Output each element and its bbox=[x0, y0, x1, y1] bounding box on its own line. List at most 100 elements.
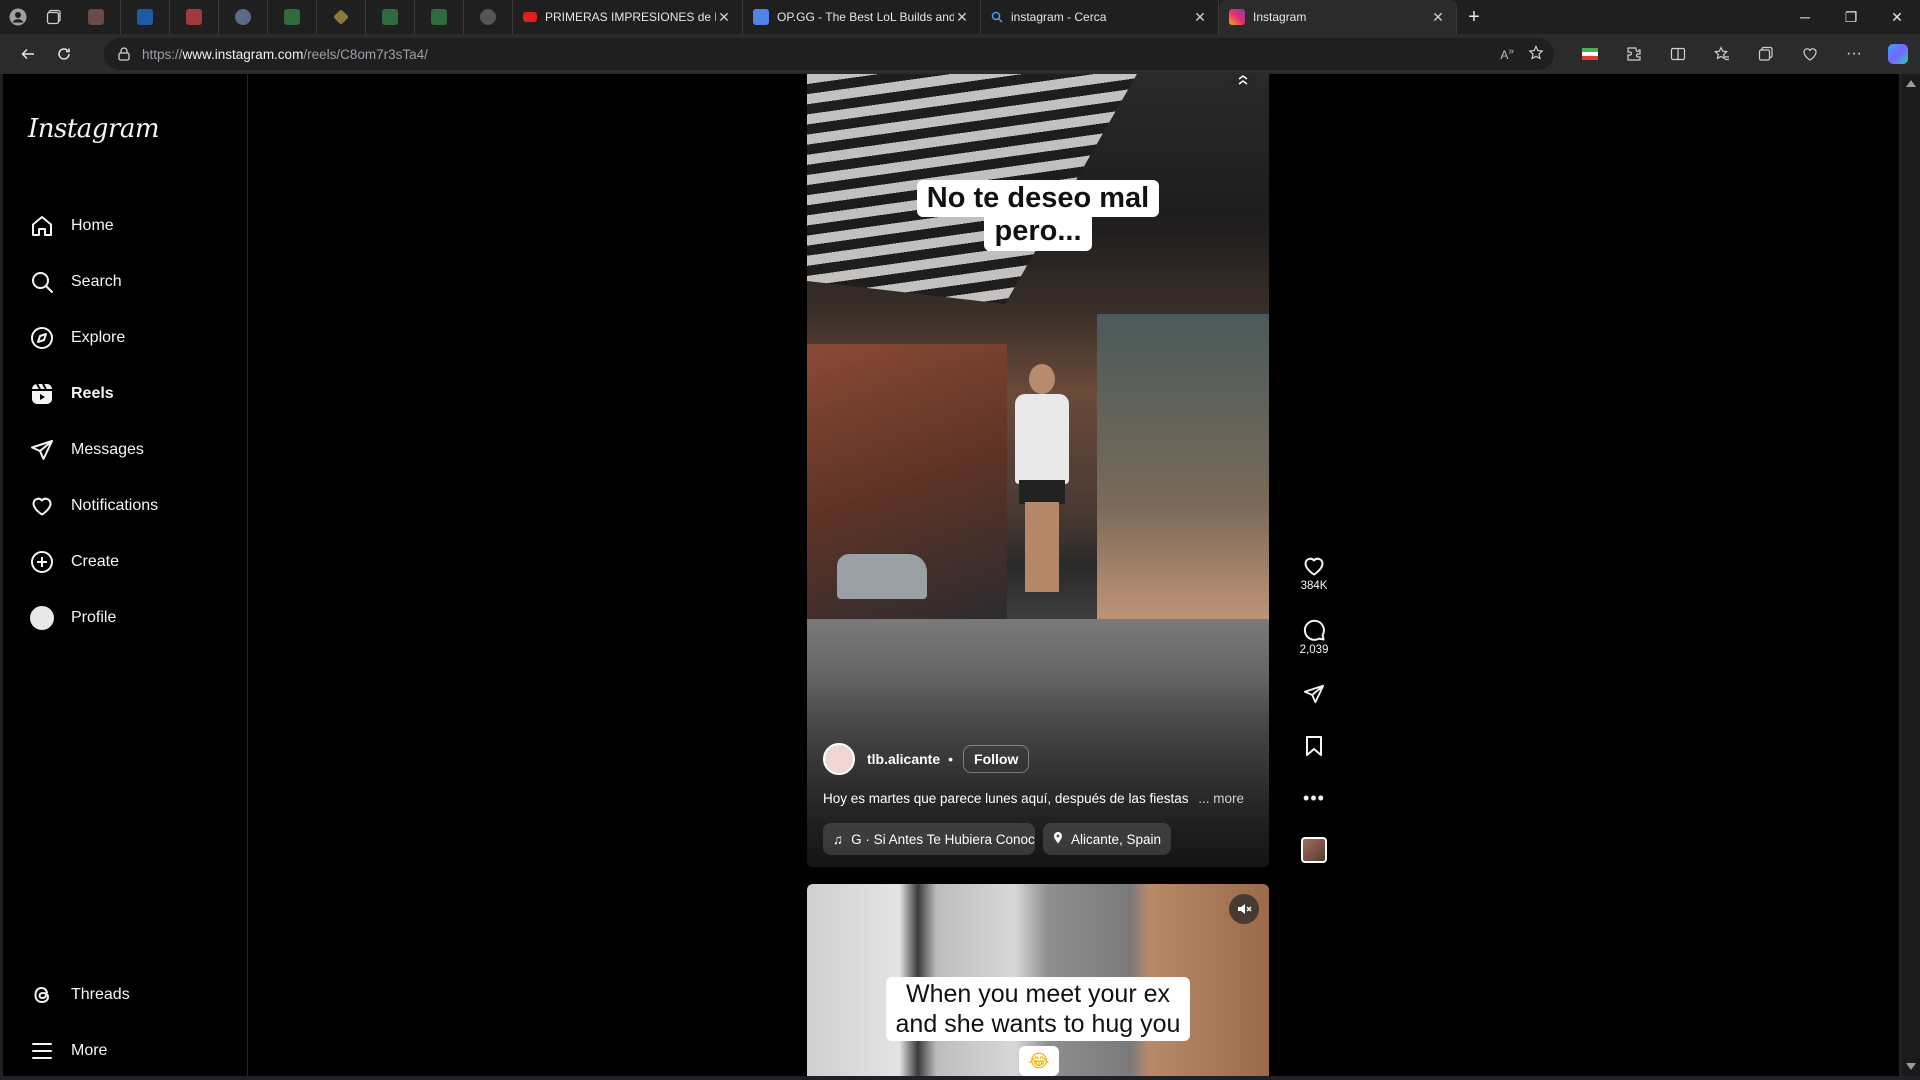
settings-more-icon[interactable]: ··· bbox=[1832, 34, 1876, 74]
bookmark-icon[interactable] bbox=[1300, 732, 1328, 760]
browser-toolbar: https://www.instagram.com/reels/C8om7r3s… bbox=[0, 34, 1920, 74]
sidebar-item-home[interactable]: Home bbox=[15, 202, 240, 250]
profile-avatar bbox=[29, 605, 55, 631]
pinned-tab[interactable] bbox=[366, 0, 415, 34]
comment-count[interactable]: 2,039 bbox=[1300, 644, 1329, 656]
browser-window: PRIMERAS IMPRESIONES de K ✕ OP.GG - The … bbox=[0, 0, 1920, 1080]
close-icon[interactable]: ✕ bbox=[1430, 9, 1446, 26]
tab-strip: PRIMERAS IMPRESIONES de K ✕ OP.GG - The … bbox=[0, 0, 1920, 34]
save-action bbox=[1293, 732, 1335, 760]
plus-square-icon bbox=[29, 549, 55, 575]
extension-flag-icon[interactable] bbox=[1568, 34, 1612, 74]
page-scrollbar[interactable] bbox=[1902, 74, 1920, 1076]
sidebar-item-label: Reels bbox=[71, 385, 114, 402]
share-action bbox=[1293, 680, 1335, 708]
pinned-tab[interactable] bbox=[170, 0, 219, 34]
audio-chip[interactable]: ♫ G · Si Antes Te Hubiera Conocido bbox=[823, 823, 1035, 855]
overlay-line: No te deseo mal bbox=[916, 180, 1160, 218]
sidebar-item-profile[interactable]: Profile bbox=[15, 594, 240, 642]
overlay-line-2: and she wants to hug you bbox=[895, 1010, 1181, 1038]
person-image bbox=[1005, 364, 1077, 604]
sidebar-item-more[interactable]: More bbox=[15, 1027, 240, 1075]
sidebar-item-label: Explore bbox=[71, 329, 126, 346]
tab-instagram[interactable]: Instagram ✕ bbox=[1219, 0, 1457, 34]
sidebar-item-search[interactable]: Search bbox=[15, 258, 240, 306]
close-icon[interactable]: ✕ bbox=[716, 9, 732, 26]
sidebar-item-label: Search bbox=[71, 273, 122, 290]
comment-icon[interactable] bbox=[1300, 616, 1328, 644]
tab-title: instagram - Cerca bbox=[1011, 10, 1107, 24]
favorites-icon[interactable] bbox=[1700, 34, 1744, 74]
owner-username[interactable]: tlb.alicante bbox=[867, 751, 940, 767]
reels-icon bbox=[29, 381, 55, 407]
sidebar-item-label: Messages bbox=[71, 441, 144, 458]
opgg-icon bbox=[753, 9, 769, 25]
close-icon[interactable]: ✕ bbox=[954, 9, 970, 26]
read-aloud-icon[interactable]: A» bbox=[1500, 46, 1514, 62]
follow-button[interactable]: Follow bbox=[963, 745, 1030, 773]
pinned-tab[interactable] bbox=[415, 0, 464, 34]
car-image bbox=[837, 554, 927, 599]
sidebar-item-threads[interactable]: Threads bbox=[15, 971, 240, 1019]
search-icon bbox=[29, 269, 55, 295]
restore-icon[interactable]: ❐ bbox=[1828, 0, 1874, 34]
next-reel-video[interactable]: When you meet your ex and she wants to h… bbox=[807, 884, 1269, 1076]
browser-essentials-icon[interactable] bbox=[1788, 34, 1832, 74]
pinned-tab[interactable] bbox=[121, 0, 170, 34]
collections-icon[interactable] bbox=[1744, 34, 1788, 74]
paper-plane-icon[interactable] bbox=[1300, 680, 1328, 708]
location-chip[interactable]: Alicante, Spain bbox=[1043, 823, 1172, 855]
address-bar[interactable]: https://www.instagram.com/reels/C8om7r3s… bbox=[104, 38, 1554, 70]
tab-favicon-icon bbox=[382, 9, 398, 25]
more-link[interactable]: ... more bbox=[1198, 791, 1244, 806]
tab-favicon-icon bbox=[333, 9, 349, 25]
next-reel-overlay-text: When you meet your ex and she wants to h… bbox=[807, 977, 1269, 1041]
close-icon[interactable]: ✕ bbox=[1192, 9, 1208, 26]
like-count[interactable]: 384K bbox=[1301, 580, 1328, 592]
audio-thumbnail[interactable] bbox=[1300, 836, 1328, 864]
sidebar-item-create[interactable]: Create bbox=[15, 538, 240, 586]
pinned-tab[interactable] bbox=[317, 0, 366, 34]
location-name: Alicante, Spain bbox=[1071, 831, 1162, 847]
paper-plane-icon bbox=[29, 437, 55, 463]
tab-youtube[interactable]: PRIMERAS IMPRESIONES de K ✕ bbox=[513, 0, 743, 34]
heart-icon[interactable] bbox=[1300, 552, 1328, 580]
pinned-tab[interactable] bbox=[464, 0, 513, 34]
sidebar-item-notifications[interactable]: Notifications bbox=[15, 482, 240, 530]
pinned-tab[interactable] bbox=[219, 0, 268, 34]
more-action: ••• bbox=[1293, 784, 1335, 812]
scroll-down-icon[interactable] bbox=[1906, 1063, 1916, 1070]
audio-title: G · Si Antes Te Hubiera Conocido bbox=[851, 831, 1035, 847]
instagram-logo[interactable]: Instagram bbox=[28, 114, 160, 144]
music-note-icon: ♫ bbox=[833, 831, 844, 847]
pinned-tab[interactable] bbox=[268, 0, 317, 34]
muted-speaker-icon[interactable] bbox=[1229, 894, 1259, 924]
extensions-icon[interactable] bbox=[1612, 34, 1656, 74]
sidebar-item-reels[interactable]: Reels bbox=[15, 370, 240, 418]
reel-video[interactable]: No te deseo mal pero... tlb.alicante • F… bbox=[807, 74, 1269, 867]
sidebar-item-messages[interactable]: Messages bbox=[15, 426, 240, 474]
copilot-icon[interactable] bbox=[1876, 34, 1920, 74]
tab-opgg[interactable]: OP.GG - The Best LoL Builds and ✕ bbox=[743, 0, 981, 34]
sidebar-item-explore[interactable]: Explore bbox=[15, 314, 240, 362]
profile-icon[interactable] bbox=[0, 0, 36, 34]
lock-icon[interactable] bbox=[118, 47, 130, 61]
back-icon[interactable] bbox=[10, 38, 46, 70]
workspaces-icon[interactable] bbox=[36, 0, 72, 34]
close-window-icon[interactable]: ✕ bbox=[1874, 0, 1920, 34]
tab-search[interactable]: instagram - Cerca ✕ bbox=[981, 0, 1219, 34]
more-options-icon[interactable]: ••• bbox=[1300, 784, 1328, 812]
minimize-icon[interactable]: ─ bbox=[1782, 0, 1828, 34]
refresh-icon[interactable] bbox=[46, 38, 82, 70]
reel-overlay-text: No te deseo mal pero... bbox=[807, 180, 1269, 251]
overlay-line: pero... bbox=[984, 213, 1092, 251]
tab-title: PRIMERAS IMPRESIONES de K bbox=[545, 10, 716, 24]
owner-avatar[interactable] bbox=[823, 743, 855, 775]
collapse-icon[interactable] bbox=[1229, 74, 1257, 94]
pinned-tab[interactable] bbox=[72, 0, 121, 34]
new-tab-button[interactable]: + bbox=[1457, 0, 1491, 34]
scroll-up-icon[interactable] bbox=[1906, 80, 1916, 87]
instagram-icon bbox=[1229, 9, 1245, 25]
split-screen-icon[interactable] bbox=[1656, 34, 1700, 74]
favorite-star-icon[interactable] bbox=[1528, 44, 1544, 64]
